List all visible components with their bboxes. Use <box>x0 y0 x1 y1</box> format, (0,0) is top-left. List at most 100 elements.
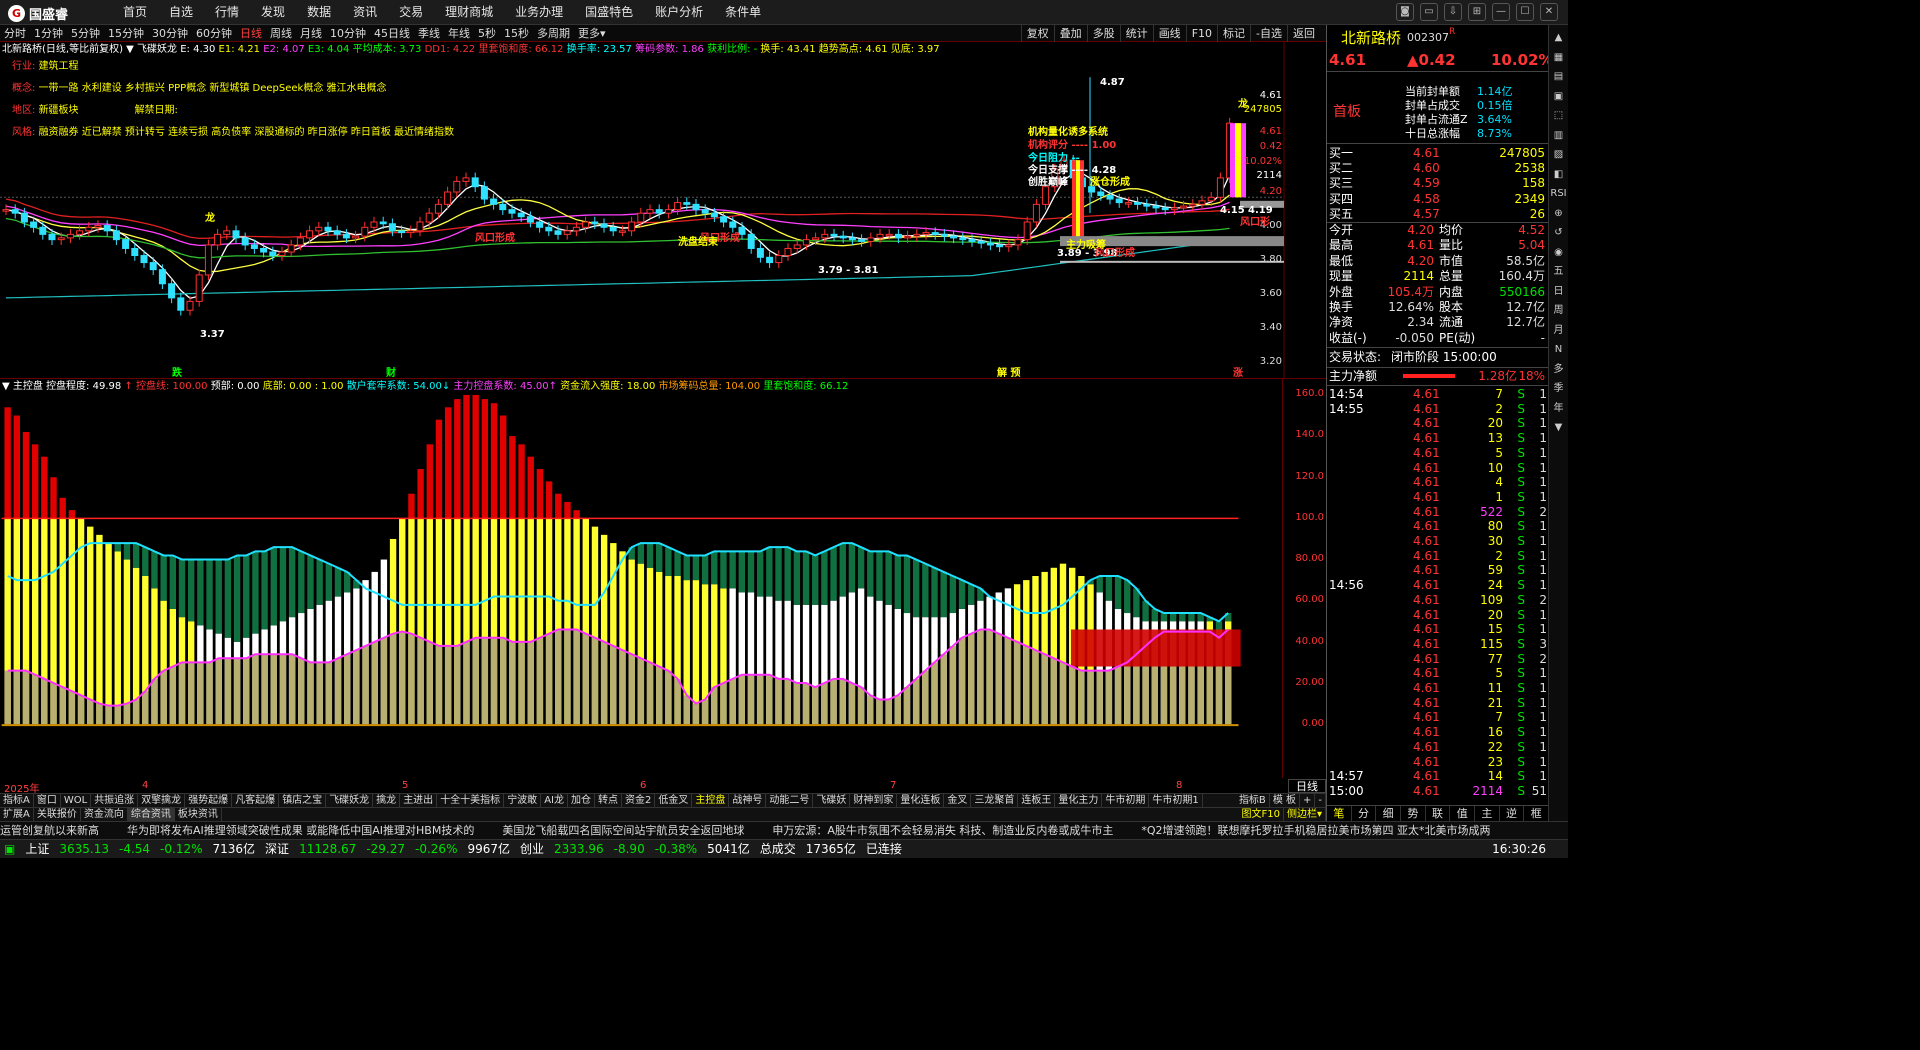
menu-item-10[interactable]: 账户分析 <box>644 0 714 25</box>
side-tool-icon-17[interactable]: 多 <box>1549 361 1568 378</box>
indicator-tab-29[interactable]: 牛市初期1 <box>1149 794 1203 807</box>
indicator-tab-27[interactable]: 量化主力 <box>1055 794 1103 807</box>
window-control-icon-6[interactable]: ✕ <box>1540 3 1558 21</box>
side-tool-icon-7[interactable]: ◧ <box>1549 166 1568 183</box>
indicator-tab-4[interactable]: 双擎擒龙 <box>138 794 186 807</box>
side-tool-icon-12[interactable]: 五 <box>1549 263 1568 280</box>
window-control-icon-2[interactable]: ⇩ <box>1444 3 1462 21</box>
indicator-tab-25[interactable]: 三龙聚首 <box>971 794 1019 807</box>
indicator-tab-3[interactable]: 共振追涨 <box>91 794 139 807</box>
indicator-tab-right-0[interactable]: 指标B <box>1236 794 1270 807</box>
menu-item-4[interactable]: 数据 <box>296 0 342 25</box>
side-tool-icon-18[interactable]: 季 <box>1549 380 1568 397</box>
indicator-tab-12[interactable]: 宁波敢 <box>504 794 542 807</box>
period-tab-1[interactable]: 1分钟 <box>30 25 67 41</box>
period-tab-2[interactable]: 5分钟 <box>67 25 104 41</box>
side-tool-icon-11[interactable]: ◉ <box>1549 244 1568 261</box>
news-item[interactable]: 华为即将发布AI推理领域突破性成果 或能降低中国AI推理对HBM技术的 <box>127 824 474 837</box>
side-tool-icon-15[interactable]: 月 <box>1549 322 1568 339</box>
side-tool-icon-10[interactable]: ↺ <box>1549 224 1568 241</box>
window-control-icon-0[interactable]: ◙ <box>1396 3 1414 21</box>
chart-tool-3[interactable]: 统计 <box>1119 25 1153 42</box>
quote-tab-2[interactable]: 细 <box>1376 806 1402 821</box>
quote-tab-4[interactable]: 联 <box>1426 806 1451 821</box>
bid-row[interactable]: 买三 4.59 158 <box>1327 176 1549 191</box>
side-tool-icon-9[interactable]: ⊕ <box>1549 205 1568 222</box>
window-control-icon-1[interactable]: ▭ <box>1420 3 1438 21</box>
indicator-tab-9[interactable]: 擒龙 <box>373 794 401 807</box>
menu-item-8[interactable]: 业务办理 <box>504 0 574 25</box>
period-tab-3[interactable]: 15分钟 <box>104 25 148 41</box>
quote-tab-0[interactable]: 笔 <box>1327 806 1352 821</box>
chart-tool-0[interactable]: 复权 <box>1020 25 1054 42</box>
period-tab-15[interactable]: 多周期 <box>533 25 574 41</box>
indicator-tab-right-1[interactable]: 模 板 <box>1270 794 1300 807</box>
period-tab-12[interactable]: 年线 <box>444 25 474 41</box>
window-control-icon-4[interactable]: — <box>1492 3 1510 21</box>
period-tab-6[interactable]: 日线 <box>236 25 266 41</box>
chart-tool-4[interactable]: 画线 <box>1152 25 1186 42</box>
quote-tab-6[interactable]: 主 <box>1475 806 1500 821</box>
menu-item-6[interactable]: 交易 <box>388 0 434 25</box>
side-tool-icon-8[interactable]: RSI <box>1549 185 1568 202</box>
quote-tab-8[interactable]: 框 <box>1524 806 1550 821</box>
quote-tab-7[interactable]: 逆 <box>1500 806 1525 821</box>
period-tab-14[interactable]: 15秒 <box>500 25 533 41</box>
info-tab-right-0[interactable]: 图文F10 <box>1238 808 1284 821</box>
quote-tab-1[interactable]: 分 <box>1352 806 1377 821</box>
news-item[interactable]: 美国龙飞船载四名国际空间站宇航员安全返回地球 <box>502 824 744 837</box>
indicator-tab-18[interactable]: 主控盘 <box>692 794 730 807</box>
indicator-tab-1[interactable]: 窗口 <box>34 794 61 807</box>
indicator-tab-2[interactable]: WOL <box>61 794 92 807</box>
quote-tab-5[interactable]: 值 <box>1450 806 1476 821</box>
news-item[interactable]: 申万宏源：A股牛市氛围不会轻易消失 科技、制造业反内卷或成牛市主 <box>772 824 1113 837</box>
chart-tool-8[interactable]: 返回 <box>1287 25 1320 42</box>
indicator-tab-right-2[interactable]: + <box>1300 794 1316 807</box>
indicator-tab-24[interactable]: 金叉 <box>944 794 972 807</box>
info-tab-4[interactable]: 板块资讯 <box>175 808 222 821</box>
indicator-tab-20[interactable]: 动能二号 <box>766 794 814 807</box>
menu-item-2[interactable]: 行情 <box>204 0 250 25</box>
side-tool-icon-5[interactable]: ▥ <box>1549 127 1568 144</box>
info-tab-2[interactable]: 资金流向 <box>81 808 128 821</box>
period-tab-11[interactable]: 季线 <box>414 25 444 41</box>
news-item[interactable]: 运管创复航以来新高 <box>0 824 99 837</box>
side-tool-icon-0[interactable]: ▲ <box>1549 29 1568 46</box>
bid-row[interactable]: 买一 4.61 247805 <box>1327 146 1549 161</box>
chart-tool-1[interactable]: 叠加 <box>1053 25 1087 42</box>
chart-tool-6[interactable]: 标记 <box>1217 25 1250 42</box>
indicator-tab-22[interactable]: 财神到家 <box>850 794 898 807</box>
indicator-tab-23[interactable]: 量化连板 <box>897 794 945 807</box>
info-tab-3[interactable]: 综合资讯 <box>127 808 175 821</box>
bid-row[interactable]: 买四 4.58 2349 <box>1327 192 1549 207</box>
indicator-tab-right-3[interactable]: - <box>1315 794 1326 807</box>
period-tab-5[interactable]: 60分钟 <box>192 25 236 41</box>
period-tab-8[interactable]: 月线 <box>296 25 326 41</box>
indicator-tab-7[interactable]: 镇店之宝 <box>279 794 327 807</box>
window-control-icon-5[interactable]: ☐ <box>1516 3 1534 21</box>
side-tool-icon-13[interactable]: 日 <box>1549 283 1568 300</box>
period-tab-4[interactable]: 30分钟 <box>148 25 192 41</box>
period-tab-10[interactable]: 45日线 <box>370 25 414 41</box>
indicator-tab-5[interactable]: 强势起爆 <box>185 794 233 807</box>
menu-item-3[interactable]: 发现 <box>250 0 296 25</box>
menu-item-5[interactable]: 资讯 <box>342 0 388 25</box>
indicator-tab-11[interactable]: 十全十美指标 <box>437 794 505 807</box>
menu-item-0[interactable]: 首页 <box>112 0 158 25</box>
menu-item-11[interactable]: 条件单 <box>714 0 772 25</box>
indicator-tab-16[interactable]: 资金2 <box>622 794 656 807</box>
side-tool-icon-19[interactable]: 年 <box>1549 400 1568 417</box>
indicator-tab-6[interactable]: 凡客起爆 <box>232 794 280 807</box>
side-tool-icon-16[interactable]: N <box>1549 341 1568 358</box>
indicator-tab-26[interactable]: 连板王 <box>1018 794 1056 807</box>
info-tab-0[interactable]: 扩展A <box>0 808 34 821</box>
indicator-tab-0[interactable]: 指标A <box>0 794 34 807</box>
period-tab-0[interactable]: 分时 <box>0 25 30 41</box>
menu-item-1[interactable]: 自选 <box>158 0 204 25</box>
indicator-tab-14[interactable]: 加仓 <box>568 794 595 807</box>
indicator-tab-28[interactable]: 牛市初期 <box>1102 794 1150 807</box>
indicator-tab-19[interactable]: 战神号 <box>729 794 767 807</box>
chart-tool-2[interactable]: 多股 <box>1086 25 1120 42</box>
window-control-icon-3[interactable]: ⊞ <box>1468 3 1486 21</box>
menu-item-9[interactable]: 国盛特色 <box>574 0 644 25</box>
